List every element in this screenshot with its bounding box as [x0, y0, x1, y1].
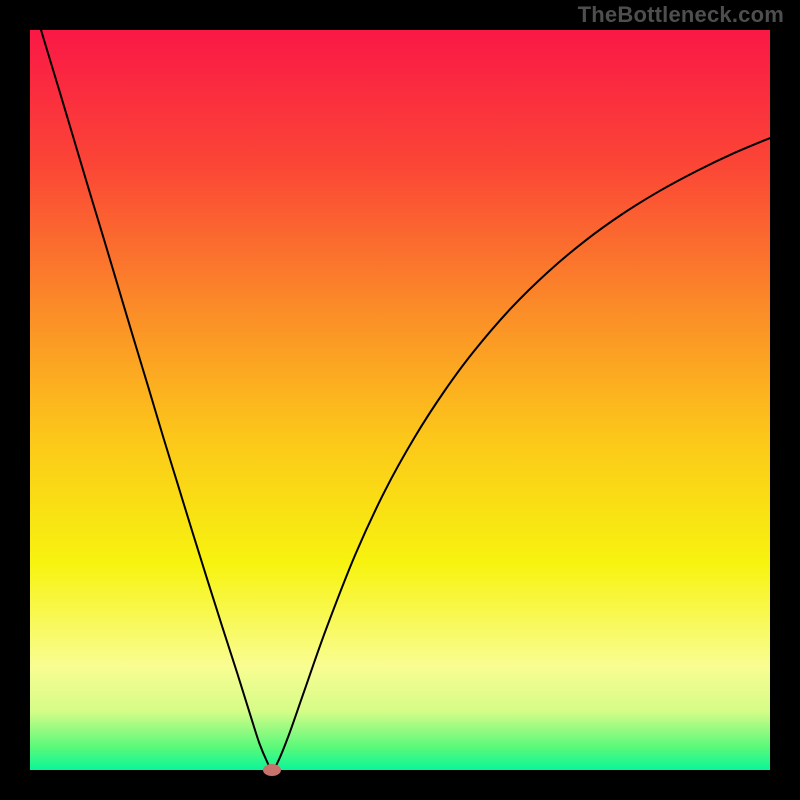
watermark-text: TheBottleneck.com [578, 2, 784, 28]
bottleneck-chart [0, 0, 800, 800]
chart-frame: TheBottleneck.com [0, 0, 800, 800]
gradient-background [30, 30, 770, 770]
minimum-marker [263, 764, 281, 776]
